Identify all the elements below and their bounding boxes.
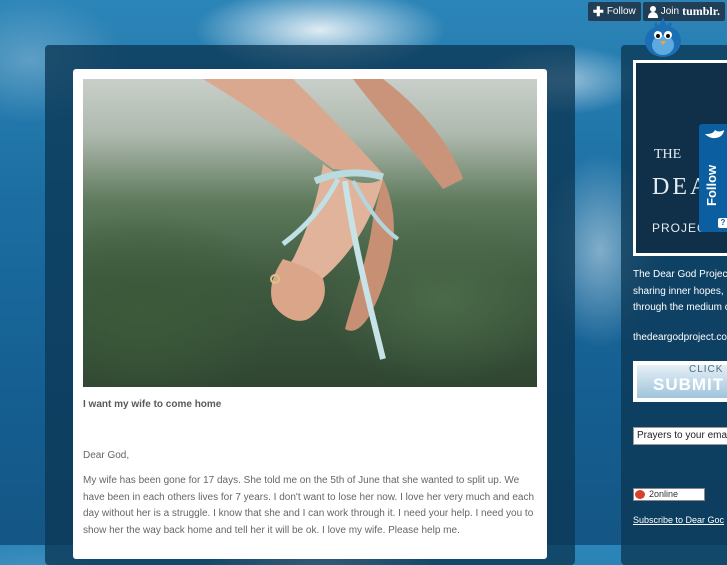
help-icon[interactable]: ? (718, 218, 727, 228)
description-line: The Dear God Projec (633, 269, 727, 280)
site-description: The Dear God Projec sharing inner hopes,… (633, 267, 727, 317)
holding-hands-image (203, 79, 463, 360)
post-title: I want my wife to come home (83, 399, 222, 410)
bird-mascot-icon (645, 17, 681, 57)
site-link[interactable]: thedeargodproject.co (633, 332, 727, 343)
twitter-follow-widget[interactable]: Follow ? (699, 124, 727, 232)
bird-icon (705, 130, 724, 139)
post-salutation: Dear God, (83, 450, 130, 461)
tumblr-brand: tumblr. (682, 4, 720, 18)
follow-widget-label: Follow (704, 164, 719, 206)
description-line: through the medium c (633, 302, 727, 313)
submit-label: SUBMIT (653, 375, 725, 394)
post-card: I want my wife to come home Dear God, My… (73, 69, 547, 559)
post-photo[interactable] (83, 79, 537, 387)
subscribe-link[interactable]: Subscribe to Dear Goc (633, 515, 724, 525)
online-counter-badge[interactable]: 2online (633, 488, 705, 501)
submit-button[interactable]: CLICK SUBMIT (633, 361, 727, 402)
prayers-email-input[interactable]: Prayers to your ema (633, 427, 727, 445)
tumblr-follow-button[interactable]: ✚ Follow (587, 2, 641, 21)
description-line: sharing inner hopes, (633, 285, 724, 297)
logo-the: THE (654, 147, 682, 162)
tumblr-follow-label: Follow (606, 6, 636, 17)
plus-icon: ✚ (592, 4, 604, 19)
online-count: 2online (649, 489, 679, 499)
submit-click-label: CLICK (689, 364, 724, 375)
post-body: My wife has been gone for 17 days. She t… (83, 475, 535, 536)
online-status-icon (635, 490, 645, 499)
